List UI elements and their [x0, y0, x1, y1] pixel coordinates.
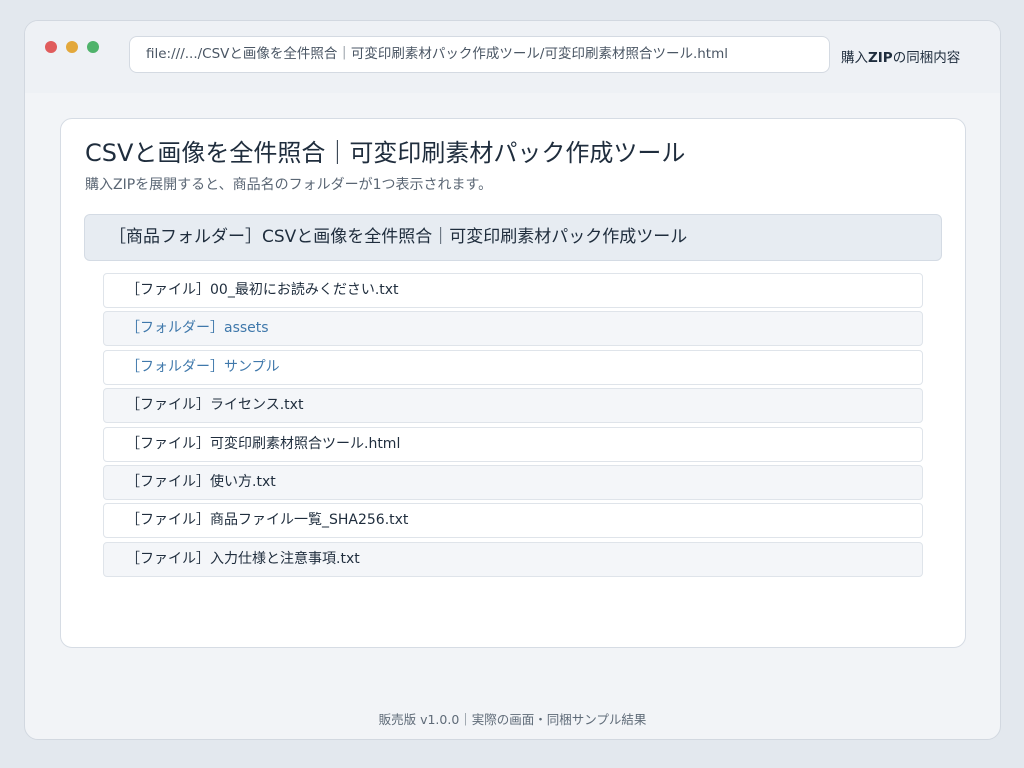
file-list: ［ファイル］00_最初にお読みください.txt ［フォルダー］assets ［フ…	[103, 273, 923, 580]
maximize-window-button[interactable]	[87, 41, 99, 53]
browser-window: file:///.../CSVと画像を全件照合｜可変印刷素材パック作成ツール/可…	[24, 20, 1001, 740]
list-item-sample-folder[interactable]: ［フォルダー］サンプル	[103, 349, 923, 385]
zip-contents-card: CSVと画像を全件照合｜可変印刷素材パック作成ツール 購入ZIPを展開すると、商…	[60, 118, 966, 648]
title-bar: file:///.../CSVと画像を全件照合｜可変印刷素材パック作成ツール/可…	[25, 21, 1000, 93]
page-subtitle: 購入ZIPを展開すると、商品名のフォルダーが1つ表示されます。	[85, 177, 493, 193]
address-bar[interactable]: file:///.../CSVと画像を全件照合｜可変印刷素材パック作成ツール/可…	[129, 36, 830, 73]
root-folder-item[interactable]: ［商品フォルダー］CSVと画像を全件照合｜可変印刷素材パック作成ツール	[84, 214, 942, 261]
list-item-license[interactable]: ［ファイル］ライセンス.txt	[103, 388, 923, 424]
list-item-tool-html[interactable]: ［ファイル］可変印刷素材照合ツール.html	[103, 426, 923, 462]
minimize-window-button[interactable]	[66, 41, 78, 53]
list-item-howto[interactable]: ［ファイル］使い方.txt	[103, 464, 923, 500]
window-title-suffix: の同梱内容	[892, 50, 961, 66]
window-title: 購入ZIPの同梱内容	[841, 46, 960, 66]
window-title-bold: ZIP	[868, 50, 893, 66]
window-title-prefix: 購入	[841, 50, 868, 66]
list-item-input-spec[interactable]: ［ファイル］入力仕様と注意事項.txt	[103, 541, 923, 577]
footer-version: 販売版 v1.0.0｜実際の画面・同梱サンプル結果	[378, 712, 647, 727]
list-item-readme[interactable]: ［ファイル］00_最初にお読みください.txt	[103, 273, 923, 308]
list-item-sha256[interactable]: ［ファイル］商品ファイル一覧_SHA256.txt	[103, 503, 923, 539]
close-window-button[interactable]	[45, 41, 57, 53]
page-title: CSVと画像を全件照合｜可変印刷素材パック作成ツール	[85, 139, 686, 167]
list-item-assets-folder[interactable]: ［フォルダー］assets	[103, 311, 923, 347]
